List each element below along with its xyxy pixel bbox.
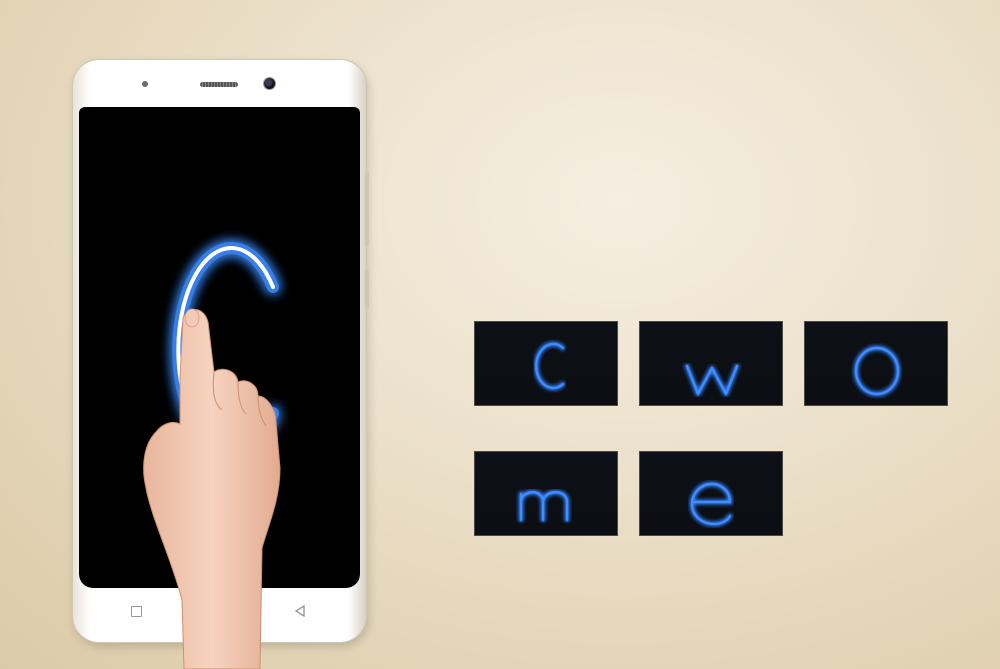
gesture-tile-o[interactable] bbox=[804, 321, 948, 406]
letter-w-glyph bbox=[684, 363, 740, 397]
drawn-letter-c bbox=[172, 242, 279, 458]
gesture-tile-e[interactable] bbox=[639, 451, 783, 536]
letter-m-glyph bbox=[518, 489, 570, 523]
proximity-sensor bbox=[142, 81, 148, 87]
gesture-tile-c[interactable] bbox=[474, 321, 618, 406]
letter-o-glyph bbox=[853, 345, 901, 397]
gesture-tile-w[interactable] bbox=[639, 321, 783, 406]
phone-screen[interactable] bbox=[79, 107, 360, 588]
front-camera-icon bbox=[264, 78, 275, 89]
volume-button bbox=[365, 172, 369, 246]
home-square-icon[interactable] bbox=[131, 606, 142, 617]
letter-e-glyph bbox=[689, 481, 733, 527]
power-button bbox=[365, 270, 369, 308]
back-triangle-icon[interactable] bbox=[294, 605, 306, 617]
gesture-tile-m[interactable] bbox=[474, 451, 618, 536]
earpiece-speaker bbox=[200, 82, 238, 87]
smartphone bbox=[73, 60, 369, 642]
letter-c-glyph bbox=[533, 341, 566, 391]
